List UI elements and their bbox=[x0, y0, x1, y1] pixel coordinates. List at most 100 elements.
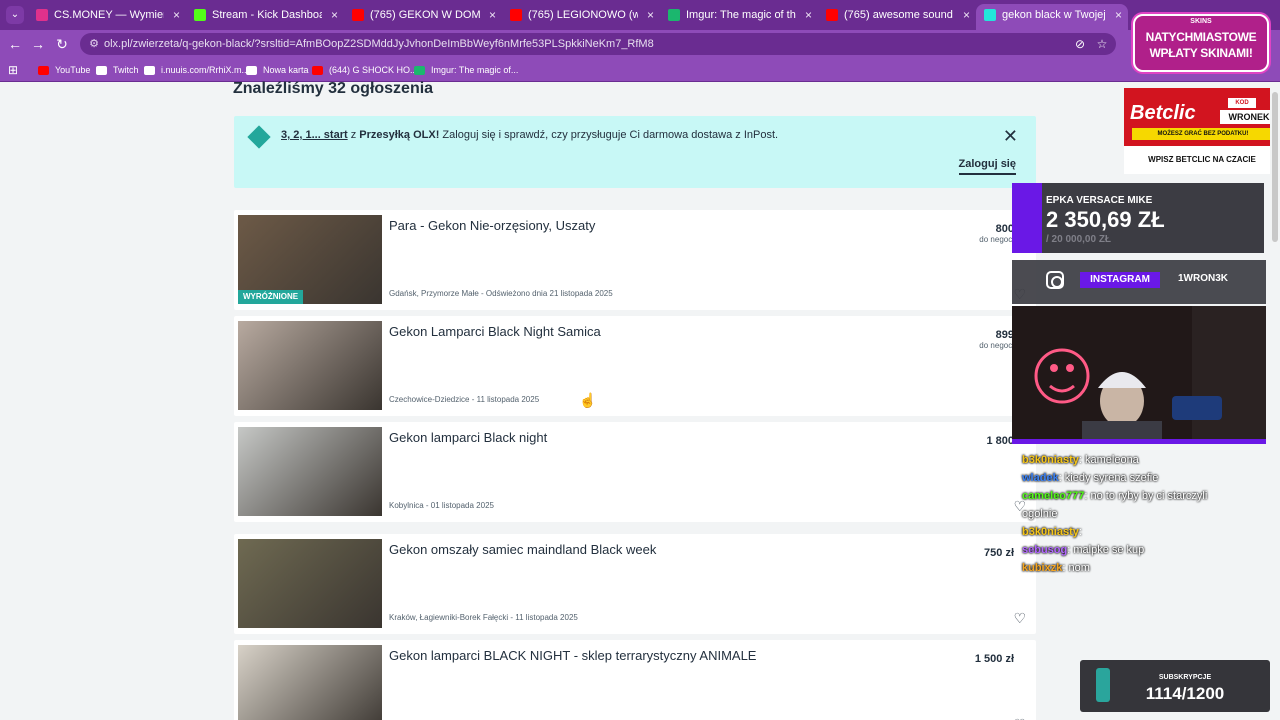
favorite-heart-icon[interactable]: ♡ bbox=[1013, 610, 1026, 627]
listing-title[interactable]: Para - Gekon Nie-orzęsiony, Uszaty bbox=[389, 218, 595, 233]
bookmark-favicon-icon bbox=[96, 66, 107, 76]
chat-message: sebusog: malpke se kup bbox=[1022, 544, 1144, 556]
bookmark-label: Imgur: The magic of... bbox=[431, 65, 519, 75]
promo-line-2: WPŁATY SKINAMI! bbox=[1149, 46, 1253, 60]
tab-6[interactable]: gekon black w Twojej okolicy? × bbox=[976, 4, 1128, 30]
scrollbar-thumb[interactable] bbox=[1272, 92, 1278, 242]
url-text[interactable]: olx.pl/zwierzeta/q-gekon-black/?srsltid=… bbox=[104, 33, 654, 55]
listing-image[interactable] bbox=[238, 321, 382, 410]
listing-location-date: Gdańsk, Przymorze Małe - Odświeżono dnia… bbox=[389, 289, 613, 298]
bookmark-item[interactable]: (644) G SHOCK HO... bbox=[312, 58, 418, 82]
bookmark-favicon-icon bbox=[312, 66, 323, 76]
chat-message: cameleo777: no to ryby by ci starczyli bbox=[1022, 490, 1207, 502]
tab-close-icon[interactable]: × bbox=[963, 4, 970, 26]
bookmark-item[interactable]: YouTube bbox=[38, 58, 90, 82]
tab-close-icon[interactable]: × bbox=[805, 4, 812, 26]
listing-price: 1 800 bbox=[986, 435, 1014, 447]
listing-location-date: Kobylnica - 01 listopada 2025 bbox=[389, 501, 494, 510]
site-info-icon[interactable]: ⚙ bbox=[86, 36, 102, 52]
subscription-label: SUBSKRYPCJE bbox=[1158, 674, 1212, 681]
close-banner-button[interactable]: ✕ bbox=[1003, 126, 1018, 147]
negotiable-label: do negocj bbox=[979, 235, 1014, 244]
bookmark-label: i.nuuis.com/RrhiX.m... bbox=[161, 65, 250, 75]
bookmark-item[interactable]: i.nuuis.com/RrhiX.m... bbox=[144, 58, 249, 82]
bookmark-item[interactable]: Imgur: The magic of... bbox=[414, 58, 518, 82]
tab-0[interactable]: CS.MONEY — Wymień skiny z CS2 × bbox=[28, 4, 186, 30]
banner-start-link[interactable]: 3, 2, 1... start bbox=[281, 129, 348, 141]
tab-close-icon[interactable]: × bbox=[1115, 4, 1122, 26]
listing-title[interactable]: Gekon omszały samiec maindland Black wee… bbox=[389, 542, 656, 557]
bookmark-star-icon[interactable]: ☆ bbox=[1094, 36, 1110, 52]
promo-brand: SKINS bbox=[1190, 18, 1212, 25]
promo-line-1: NATYCHMIASTOWE bbox=[1145, 30, 1257, 44]
bookmark-label: Twitch bbox=[113, 65, 139, 75]
instagram-handle: 1WRON3K bbox=[1178, 273, 1229, 284]
listing-image[interactable] bbox=[238, 539, 382, 628]
package-icon bbox=[247, 125, 271, 149]
donation-accent-bar bbox=[1012, 183, 1042, 253]
tab-3[interactable]: (765) LEGIONOWO (woj. mazow. × bbox=[502, 4, 660, 30]
chat-text: : no to ryby by ci starczyli bbox=[1084, 490, 1208, 502]
login-link[interactable]: Zaloguj się bbox=[958, 158, 1016, 175]
tab-close-icon[interactable]: × bbox=[489, 4, 496, 26]
tab-5[interactable]: (765) awesome sound when mo × bbox=[818, 4, 976, 30]
bookmark-label: Nowa karta bbox=[263, 65, 309, 75]
reload-button[interactable]: ↻ bbox=[52, 34, 72, 54]
listing-title[interactable]: Gekon lamparci BLACK NIGHT - sklep terra… bbox=[389, 648, 756, 663]
listing-title[interactable]: Gekon Lamparci Black Night Samica bbox=[389, 324, 601, 339]
apps-icon[interactable]: ⊞ bbox=[8, 58, 18, 82]
bookmark-favicon-icon bbox=[144, 66, 155, 76]
stream-chat-overlay: b3k0niasty: kameleona wladek: kiedy syren… bbox=[1012, 450, 1266, 590]
listing-image[interactable] bbox=[238, 427, 382, 516]
chat-username: b3k0niasty bbox=[1022, 526, 1079, 538]
chat-message: b3k0niasty: kameleona bbox=[1022, 454, 1139, 466]
chat-message: ogolnie bbox=[1022, 508, 1057, 520]
betclic-code-label: KOD bbox=[1228, 98, 1256, 108]
tab-4[interactable]: Imgur: The magic of the Intern × bbox=[660, 4, 818, 30]
scrollbar[interactable] bbox=[1270, 82, 1280, 720]
tab-search-dropdown[interactable]: ⌄ bbox=[6, 6, 24, 24]
tab-close-icon[interactable]: × bbox=[173, 4, 180, 26]
bookmark-item[interactable]: Twitch bbox=[96, 58, 139, 82]
webcam-accent-bar bbox=[1012, 439, 1266, 444]
tab-2[interactable]: (765) GEKON W DOMU!!! KTÓRY × bbox=[344, 4, 502, 30]
featured-badge: WYRÓŻNIONE bbox=[238, 290, 304, 304]
back-button[interactable]: ← bbox=[5, 34, 25, 54]
betclic-ad-overlay: Betclic KOD WRONEK MOŻESZ GRAĆ BEZ PODAT… bbox=[1124, 88, 1280, 174]
tab-title: (765) GEKON W DOMU!!! KTÓRY bbox=[370, 9, 480, 21]
listing-card[interactable]: Gekon lamparci Black night Kobylnica - 01… bbox=[234, 422, 1036, 522]
tab-favicon-icon bbox=[352, 9, 364, 21]
bookmark-item[interactable]: Nowa karta bbox=[246, 58, 309, 82]
tab-close-icon[interactable]: × bbox=[331, 4, 338, 26]
results-heading: Znaleźliśmy 32 ogłoszenia bbox=[233, 80, 434, 97]
listing-card[interactable]: WYRÓŻNIONE Para - Gekon Nie-orzęsiony, Us… bbox=[234, 210, 1036, 310]
chat-username: wladek bbox=[1022, 472, 1059, 484]
forward-button[interactable]: → bbox=[28, 34, 48, 54]
chat-username: kubixzk bbox=[1022, 562, 1063, 574]
tab-favicon-icon bbox=[984, 9, 996, 21]
listing-image[interactable] bbox=[238, 645, 382, 720]
tab-title: Stream - Kick Dashboard bbox=[212, 9, 322, 21]
bookmark-favicon-icon bbox=[38, 66, 49, 76]
listing-card[interactable]: Gekon omszały samiec maindland Black wee… bbox=[234, 534, 1036, 634]
listing-card[interactable]: Gekon lamparci BLACK NIGHT - sklep terra… bbox=[234, 640, 1036, 720]
favorite-heart-icon[interactable]: ♡ bbox=[1013, 716, 1026, 720]
tab-favicon-icon bbox=[510, 9, 522, 21]
tab-title: (765) LEGIONOWO (woj. mazow. bbox=[528, 9, 638, 21]
chat-text: ogolnie bbox=[1022, 508, 1058, 520]
listing-card[interactable]: Gekon Lamparci Black Night Samica Czechow… bbox=[234, 316, 1036, 416]
tab-title: gekon black w Twojej okolicy? bbox=[1002, 9, 1106, 21]
bookmark-favicon-icon bbox=[246, 66, 257, 76]
tab-1[interactable]: Stream - Kick Dashboard × bbox=[186, 4, 344, 30]
eye-off-icon[interactable]: ⊘ bbox=[1072, 36, 1088, 52]
banner-text: 3, 2, 1... start z Przesyłką OLX! Zalogu… bbox=[281, 129, 779, 141]
tab-close-icon[interactable]: × bbox=[647, 4, 654, 26]
address-bar[interactable]: ⚙ olx.pl/zwierzeta/q-gekon-black/?srslti… bbox=[80, 33, 1116, 55]
donation-goal: / 20 000,00 ZŁ bbox=[1046, 234, 1112, 245]
bookmark-favicon-icon bbox=[414, 66, 425, 76]
listing-title[interactable]: Gekon lamparci Black night bbox=[389, 430, 547, 445]
delivery-promo-banner: 3, 2, 1... start z Przesyłką OLX! Zalogu… bbox=[234, 116, 1036, 188]
tab-title: (765) awesome sound when mo bbox=[844, 9, 954, 21]
chat-text: : kiedy syrena szefie bbox=[1058, 472, 1159, 484]
instagram-overlay: INSTAGRAM 1WRON3K bbox=[1012, 260, 1266, 304]
